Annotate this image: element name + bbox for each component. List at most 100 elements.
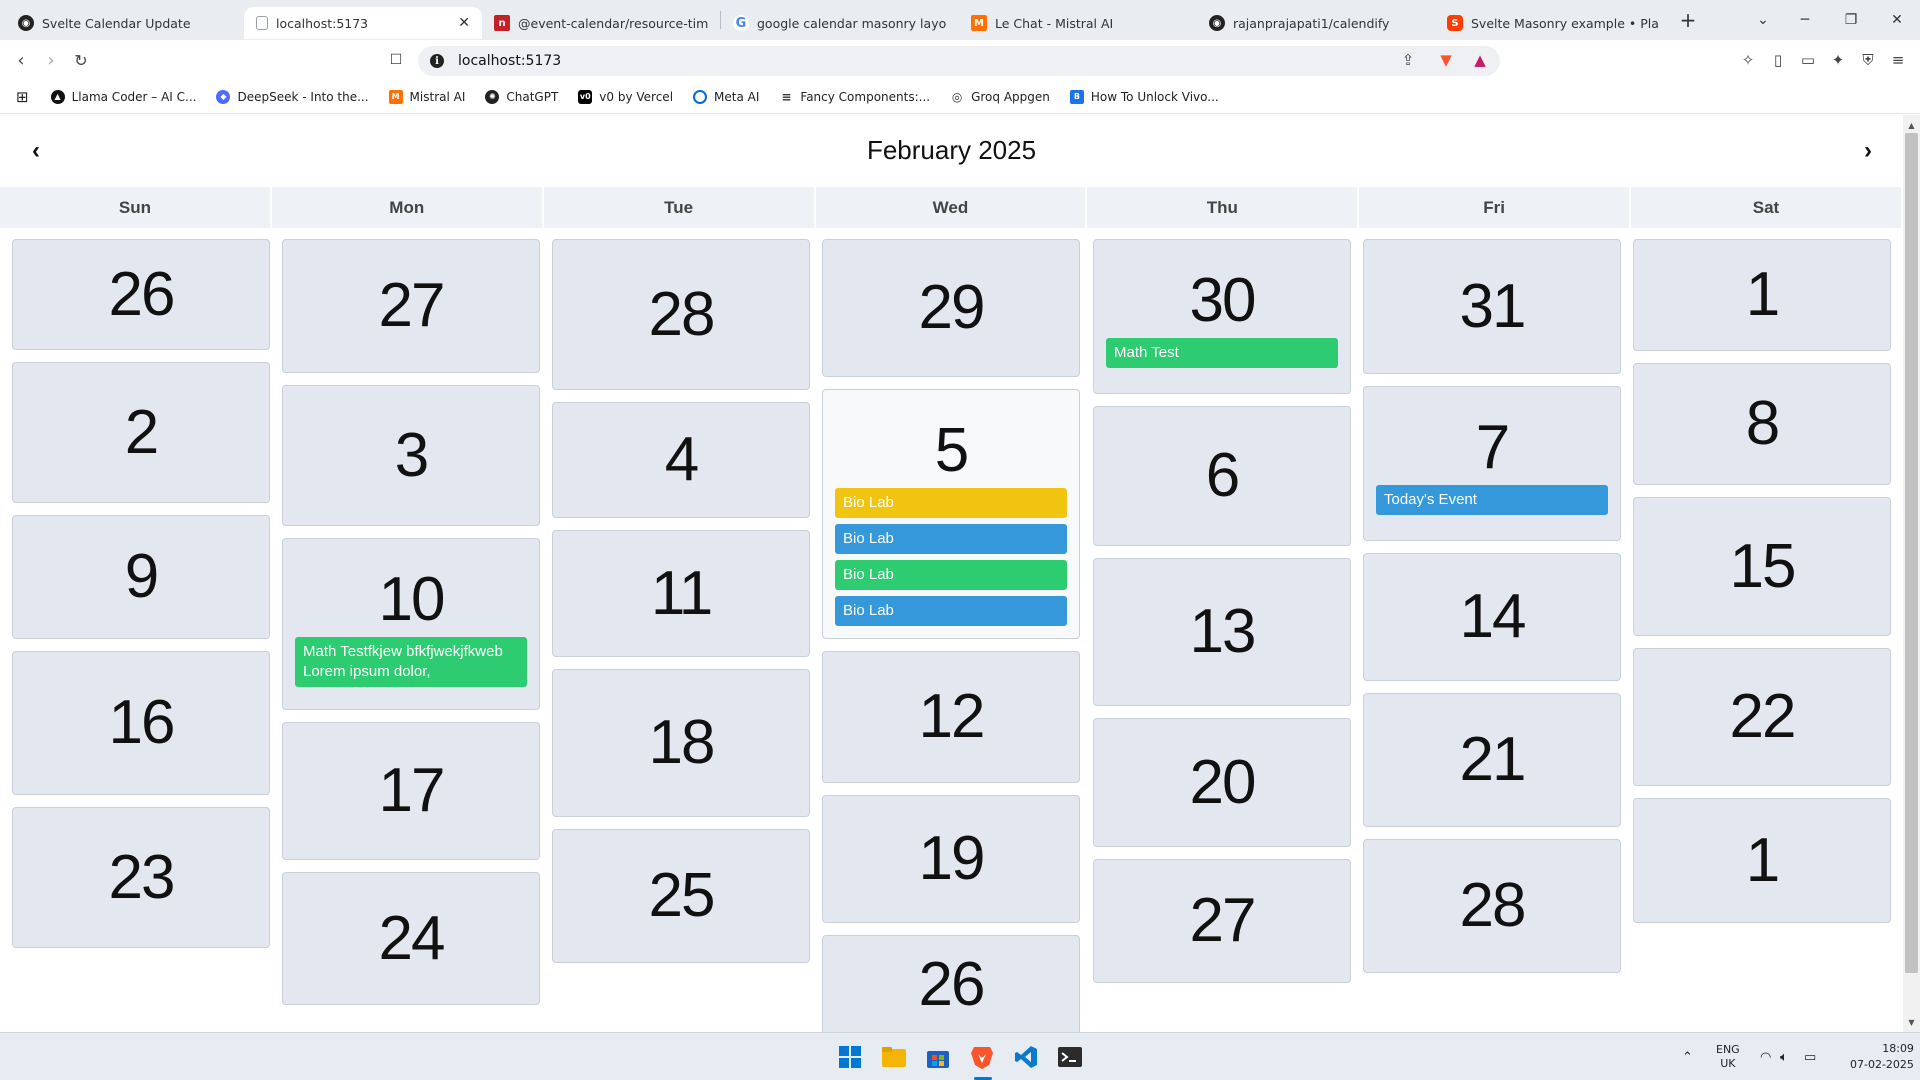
bookmark-mistral[interactable]: M Mistral AI: [388, 89, 465, 104]
bookmark-llama-coder[interactable]: ▲ Llama Coder – AI C...: [50, 89, 196, 104]
menu-icon[interactable]: ≡: [1886, 48, 1910, 72]
day-cell[interactable]: 23: [12, 807, 270, 948]
brave-icon[interactable]: [966, 1041, 998, 1073]
event-chip[interactable]: Math Testfkjew bfkfjwekjfkweb Lorem ipsu…: [295, 637, 527, 687]
day-cell[interactable]: 20: [1093, 718, 1351, 847]
volume-icon[interactable]: 🔈︎: [1780, 1033, 1788, 1080]
day-cell[interactable]: 7 Today's Event: [1363, 386, 1621, 541]
sidebar-icon[interactable]: ▯: [1766, 48, 1790, 72]
day-cell[interactable]: 30 Math Test: [1093, 239, 1351, 394]
tab-svelte-masonry[interactable]: S Svelte Masonry example • Playgrou: [1435, 7, 1671, 39]
day-cell[interactable]: 29: [822, 239, 1080, 377]
vscode-icon[interactable]: [1010, 1041, 1042, 1073]
day-cell[interactable]: 1: [1633, 798, 1891, 923]
back-icon[interactable]: ‹: [8, 48, 34, 72]
battery-icon[interactable]: ▭: [1804, 1033, 1816, 1080]
github-circle-icon: ◉: [18, 15, 34, 31]
bookmark-deepseek[interactable]: ◆ DeepSeek - Into the...: [216, 89, 369, 104]
address-bar[interactable]: i localhost:5173: [418, 46, 1500, 76]
scroll-up-icon[interactable]: ▲: [1905, 117, 1918, 133]
day-cell[interactable]: 31: [1363, 239, 1621, 374]
day-cell[interactable]: 26: [822, 935, 1080, 1032]
scrollbar-thumb[interactable]: [1905, 133, 1918, 973]
tab-svelte-calendar-update[interactable]: ◉ Svelte Calendar Update: [6, 7, 244, 39]
day-cell[interactable]: 10 Math Testfkjew bfkfjwekjfkweb Lorem ip…: [282, 538, 540, 710]
blogger-icon: B: [1069, 89, 1084, 104]
bookmark-icon[interactable]: ☐: [383, 48, 409, 72]
day-cell[interactable]: 24: [282, 872, 540, 1005]
day-cell[interactable]: 8: [1633, 363, 1891, 485]
extensions-icon[interactable]: ✧: [1736, 48, 1760, 72]
day-cell[interactable]: 17: [282, 722, 540, 860]
day-cell[interactable]: 19: [822, 795, 1080, 923]
day-cell[interactable]: 5 Bio Lab Bio Lab Bio Lab Bio Lab: [822, 389, 1080, 639]
day-cell[interactable]: 3: [282, 385, 540, 526]
day-cell[interactable]: 18: [552, 669, 810, 817]
language-indicator[interactable]: ENG UK: [1716, 1033, 1740, 1080]
day-cell[interactable]: 4: [552, 402, 810, 518]
bookmark-groq-appgen[interactable]: ◎ Groq Appgen: [950, 89, 1050, 104]
day-cell[interactable]: 11: [552, 530, 810, 657]
day-cell[interactable]: 21: [1363, 693, 1621, 827]
day-cell[interactable]: 1: [1633, 239, 1891, 351]
vpn-icon[interactable]: ⛨: [1856, 48, 1880, 72]
terminal-icon[interactable]: [1054, 1041, 1086, 1073]
day-cell[interactable]: 12: [822, 651, 1080, 783]
share-icon[interactable]: ⇪: [1396, 48, 1420, 72]
event-chip[interactable]: Bio Lab: [835, 488, 1067, 518]
bookmark-vivo[interactable]: B How To Unlock Vivo...: [1069, 89, 1219, 104]
tray-chevron-icon[interactable]: ⌃: [1682, 1033, 1693, 1080]
event-chip[interactable]: Bio Lab: [835, 596, 1067, 626]
wallet-icon[interactable]: ▭: [1796, 48, 1820, 72]
day-cell[interactable]: 14: [1363, 553, 1621, 681]
day-cell[interactable]: 15: [1633, 497, 1891, 636]
tab-search-chevron-icon[interactable]: ⌄: [1740, 0, 1786, 40]
brave-shields-icon[interactable]: ▼: [1434, 48, 1458, 72]
event-chip[interactable]: Bio Lab: [835, 560, 1067, 590]
brave-rewards-icon[interactable]: ▲: [1468, 48, 1492, 72]
wifi-icon[interactable]: ◠: [1760, 1033, 1771, 1080]
day-cell[interactable]: 27: [282, 239, 540, 373]
tab-le-chat[interactable]: M Le Chat - Mistral AI: [959, 7, 1197, 39]
leo-ai-icon[interactable]: ✦: [1826, 48, 1850, 72]
tab-event-calendar[interactable]: n @event-calendar/resource-time-gri: [482, 7, 720, 39]
event-chip[interactable]: Math Test: [1106, 338, 1338, 368]
day-cell[interactable]: 16: [12, 651, 270, 795]
bookmark-fancy-components[interactable]: ≡ Fancy Components:...: [779, 89, 930, 104]
tab-google-search[interactable]: G google calendar masonry layout - G: [721, 7, 959, 39]
restore-icon[interactable]: ❐: [1828, 0, 1874, 40]
clock[interactable]: 18:09 07-02-2025: [1850, 1033, 1914, 1080]
day-cell[interactable]: 27: [1093, 859, 1351, 983]
windows-start-icon[interactable]: [834, 1041, 866, 1073]
day-cell[interactable]: 28: [1363, 839, 1621, 973]
event-chip[interactable]: Today's Event: [1376, 485, 1608, 515]
day-cell[interactable]: 26: [12, 239, 270, 350]
day-number: 26: [918, 950, 986, 1019]
microsoft-store-icon[interactable]: [922, 1041, 954, 1073]
minimize-icon[interactable]: ─: [1782, 0, 1828, 40]
forward-icon[interactable]: ›: [38, 48, 64, 72]
day-cell[interactable]: 22: [1633, 648, 1891, 786]
bookmark-meta-ai[interactable]: Meta AI: [693, 89, 759, 104]
tab-localhost[interactable]: localhost:5173 ✕: [244, 7, 482, 39]
day-number: 23: [108, 842, 176, 912]
new-tab-button[interactable]: +: [1671, 3, 1705, 37]
reload-icon[interactable]: ↻: [68, 48, 94, 72]
day-cell[interactable]: 25: [552, 829, 810, 963]
tab-calendify[interactable]: ◉ rajanprajapati1/calendify: [1197, 7, 1435, 39]
event-chip[interactable]: Bio Lab: [835, 524, 1067, 554]
file-explorer-icon[interactable]: [878, 1041, 910, 1073]
scroll-down-icon[interactable]: ▼: [1905, 1014, 1918, 1030]
day-cell[interactable]: 28: [552, 239, 810, 390]
next-month-button[interactable]: ›: [1852, 135, 1884, 167]
day-cell[interactable]: 9: [12, 515, 270, 639]
bookmark-v0[interactable]: v0 v0 by Vercel: [578, 89, 673, 104]
close-icon[interactable]: ✕: [458, 15, 470, 31]
day-cell[interactable]: 6: [1093, 406, 1351, 546]
site-info-icon[interactable]: i: [430, 54, 444, 68]
day-cell[interactable]: 13: [1093, 558, 1351, 706]
apps-grid-icon[interactable]: ⊞: [16, 88, 29, 106]
bookmark-chatgpt[interactable]: ✺ ChatGPT: [485, 89, 558, 104]
window-close-icon[interactable]: ✕: [1874, 0, 1920, 40]
day-cell[interactable]: 2: [12, 362, 270, 503]
